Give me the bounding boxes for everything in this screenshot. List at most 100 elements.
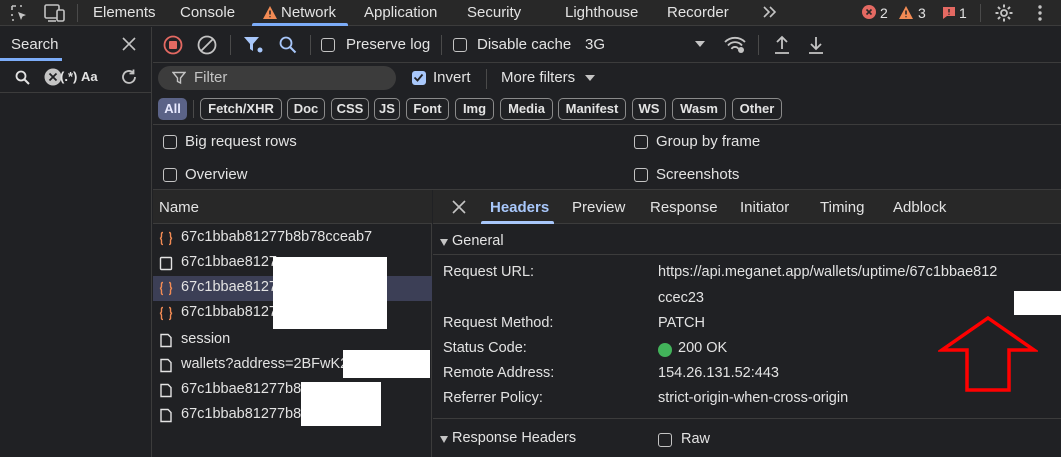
divider: [433, 418, 1061, 419]
throttling-select[interactable]: 3G: [585, 36, 605, 53]
regex-toggle[interactable]: (.*): [60, 69, 77, 84]
group-by-frame-checkbox[interactable]: [634, 135, 648, 149]
disable-cache-label[interactable]: Disable cache: [477, 36, 571, 53]
type-filter-wasm[interactable]: Wasm: [672, 98, 726, 120]
raw-checkbox[interactable]: [658, 433, 672, 447]
request-name: wallets?address=2BFwK2: [181, 356, 349, 372]
request-list: Name 67c1bbab81277b8b78cceab7 67c1bbae81…: [153, 190, 432, 457]
network-conditions-icon[interactable]: [724, 36, 746, 54]
tab-preview[interactable]: Preview: [572, 199, 625, 216]
general-section-title[interactable]: General: [452, 233, 504, 249]
request-name: 67c1bbab8127: [181, 304, 277, 320]
type-filter-fetch-xhr[interactable]: Fetch/XHR: [200, 98, 282, 120]
divider: [153, 62, 1061, 63]
more-filters-dropdown[interactable]: More filters: [501, 69, 575, 86]
preserve-log-label[interactable]: Preserve log: [346, 36, 430, 53]
error-icon[interactable]: [862, 5, 876, 19]
status-code-label: Status Code:: [443, 340, 527, 356]
annotation-arrow-icon: [938, 314, 1038, 394]
more-vert-icon[interactable]: [1037, 4, 1043, 22]
status-code-value: 200 OK: [678, 340, 728, 356]
big-request-rows-label[interactable]: Big request rows: [185, 133, 297, 150]
inspect-element-icon[interactable]: [10, 4, 28, 22]
close-icon[interactable]: [452, 200, 466, 214]
export-har-icon[interactable]: [807, 35, 825, 55]
search-tab[interactable]: Search: [11, 36, 59, 53]
type-filter-ws[interactable]: WS: [632, 98, 666, 120]
collapse-triangle-icon[interactable]: [440, 436, 448, 443]
type-filter-manifest[interactable]: Manifest: [558, 98, 626, 120]
active-tab-indicator: [481, 221, 554, 224]
preserve-log-checkbox[interactable]: [321, 38, 335, 52]
remote-address-label: Remote Address:: [443, 365, 555, 381]
tab-headers[interactable]: Headers: [490, 199, 549, 216]
fetch-braces-icon: [159, 281, 173, 296]
tab-response[interactable]: Response: [650, 199, 718, 216]
gear-icon[interactable]: [994, 3, 1014, 23]
group-by-frame-label[interactable]: Group by frame: [656, 133, 760, 150]
refresh-icon[interactable]: [120, 68, 138, 86]
close-icon[interactable]: [122, 37, 136, 51]
referrer-policy-value: strict-origin-when-cross-origin: [658, 390, 849, 406]
name-column-header[interactable]: Name: [153, 190, 432, 224]
type-filter-all[interactable]: All: [158, 98, 187, 120]
search-drawer: Search (.*) Aa: [0, 27, 152, 457]
issue-count[interactable]: 1: [959, 4, 967, 22]
tab-timing[interactable]: Timing: [820, 199, 864, 216]
tab-adblock[interactable]: Adblock: [893, 199, 946, 216]
search-icon[interactable]: [279, 36, 297, 54]
big-request-rows-checkbox[interactable]: [163, 135, 177, 149]
request-row[interactable]: 67c1bbae81277b8: [153, 378, 432, 403]
tab-elements[interactable]: Elements: [93, 0, 156, 26]
request-row[interactable]: 67c1bbab81277b8b78cceab7: [153, 226, 432, 251]
details-tab-bar: Headers Preview Response Initiator Timin…: [433, 190, 1061, 224]
overview-checkbox[interactable]: [163, 168, 177, 182]
chevron-double-right-icon[interactable]: [762, 5, 778, 19]
type-filter-img[interactable]: Img: [455, 98, 494, 120]
disable-cache-checkbox[interactable]: [453, 38, 467, 52]
response-headers-section-title[interactable]: Response Headers: [452, 430, 576, 446]
type-filter-css[interactable]: CSS: [331, 98, 369, 120]
divider: [193, 100, 194, 118]
document-icon: [159, 408, 173, 423]
overview-label[interactable]: Overview: [185, 166, 248, 183]
type-filter-doc[interactable]: Doc: [287, 98, 325, 120]
issue-flag-icon[interactable]: [942, 6, 956, 20]
invert-checkbox[interactable]: [412, 71, 426, 85]
error-count[interactable]: 2: [880, 4, 888, 22]
referrer-policy-label: Referrer Policy:: [443, 390, 543, 406]
record-stop-icon[interactable]: [163, 35, 183, 55]
tab-application[interactable]: Application: [364, 0, 437, 26]
type-filter-media[interactable]: Media: [500, 98, 553, 120]
divider: [433, 254, 1061, 255]
request-url-value: https://api.meganet.app/wallets/uptime/6…: [658, 264, 998, 280]
raw-label[interactable]: Raw: [681, 431, 710, 447]
request-method-label: Request Method:: [443, 315, 554, 331]
warning-count[interactable]: 3: [918, 4, 926, 22]
chevron-down-icon[interactable]: [695, 41, 705, 48]
type-filter-other[interactable]: Other: [732, 98, 782, 120]
invert-label[interactable]: Invert: [433, 69, 471, 86]
screenshots-checkbox[interactable]: [634, 168, 648, 182]
tab-security[interactable]: Security: [467, 0, 521, 26]
request-row[interactable]: 67c1bbab81277b8: [153, 403, 432, 428]
warning-icon[interactable]: [898, 5, 914, 20]
search-input-row[interactable]: (.*) Aa: [0, 63, 151, 93]
filter-funnel-icon[interactable]: [243, 36, 263, 54]
import-har-icon[interactable]: [773, 35, 791, 55]
tab-recorder[interactable]: Recorder: [667, 0, 729, 26]
clear-icon[interactable]: [197, 35, 217, 55]
filter-input[interactable]: Filter: [158, 66, 396, 90]
filter-funnel-icon: [172, 71, 186, 85]
chevron-down-icon[interactable]: [585, 75, 595, 82]
type-filter-font[interactable]: Font: [406, 98, 449, 120]
type-filter-js[interactable]: JS: [374, 98, 400, 120]
request-url-value-continued: ccec23: [658, 290, 704, 306]
device-toolbar-icon[interactable]: [44, 3, 66, 23]
tab-console[interactable]: Console: [180, 0, 235, 26]
screenshots-label[interactable]: Screenshots: [656, 166, 739, 183]
tab-initiator[interactable]: Initiator: [740, 199, 789, 216]
collapse-triangle-icon[interactable]: [440, 239, 448, 246]
tab-lighthouse[interactable]: Lighthouse: [565, 0, 638, 26]
match-case-toggle[interactable]: Aa: [81, 69, 98, 84]
